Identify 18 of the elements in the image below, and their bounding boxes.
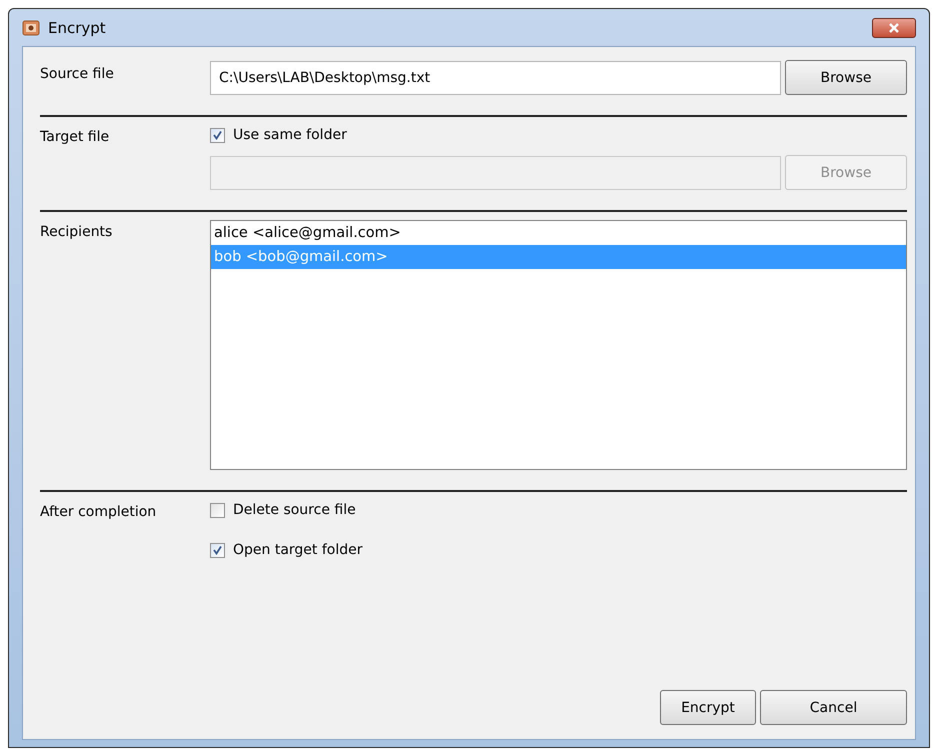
field-label: After completion [40,503,158,520]
window-title: Encrypt [48,18,106,36]
close-button[interactable] [872,18,916,38]
dialog-button[interactable]: Encrypt [660,690,756,725]
checkbox[interactable] [210,542,225,558]
recipient-item[interactable]: alice <alice@gmail.com> [211,221,906,245]
field-label: Recipients [40,223,114,240]
checkbox-label: Use same folder [233,127,347,143]
checkbox[interactable] [210,502,225,518]
field-label: Target file [40,128,110,145]
field-label: Source file [40,65,115,82]
browse-button[interactable]: Browse [785,60,907,95]
checkbox-label: Delete source file [233,502,356,518]
checkbox-label: Open target folder [233,542,362,558]
source-file-field[interactable]: C:\Users\LAB\Desktop\msg.txt [210,60,781,94]
close-icon [888,22,900,32]
checkbox[interactable] [210,128,225,142]
dialog-button[interactable]: Cancel [760,690,907,725]
